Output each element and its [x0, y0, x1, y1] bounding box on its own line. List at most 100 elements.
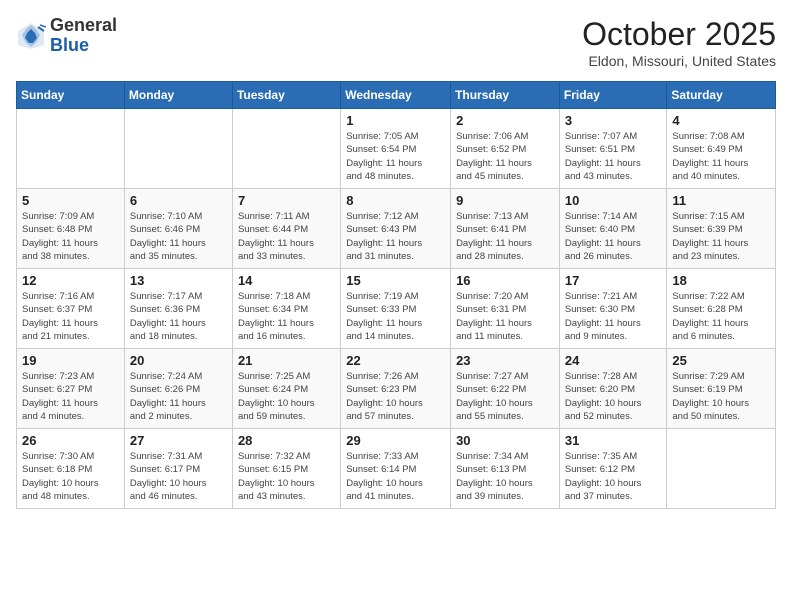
day-number: 25: [672, 353, 770, 368]
day-number: 29: [346, 433, 445, 448]
calendar-cell: 26Sunrise: 7:30 AM Sunset: 6:18 PM Dayli…: [17, 429, 125, 509]
calendar-cell: [667, 429, 776, 509]
day-info: Sunrise: 7:14 AM Sunset: 6:40 PM Dayligh…: [565, 210, 662, 263]
logo-blue: Blue: [50, 36, 117, 56]
day-number: 15: [346, 273, 445, 288]
week-row-3: 12Sunrise: 7:16 AM Sunset: 6:37 PM Dayli…: [17, 269, 776, 349]
calendar-cell: 11Sunrise: 7:15 AM Sunset: 6:39 PM Dayli…: [667, 189, 776, 269]
logo-icon: [16, 21, 46, 51]
calendar-cell: [124, 109, 232, 189]
day-number: 24: [565, 353, 662, 368]
calendar-cell: 15 Sunrise: 7:19 AM Sunset: 6:33 PM Dayli…: [341, 269, 451, 349]
calendar-cell: [232, 109, 340, 189]
day-number: 11: [672, 193, 770, 208]
calendar-cell: 19 Sunrise: 7:23 AM Sunset: 6:27 PM Dayli…: [17, 349, 125, 429]
day-info: Sunrise: 7:34 AM Sunset: 6:13 PM Dayligh…: [456, 450, 554, 503]
day-info: Sunrise: 7:33 AM Sunset: 6:14 PM Dayligh…: [346, 450, 445, 503]
header-day-saturday: Saturday: [667, 82, 776, 109]
day-number: 1: [346, 113, 445, 128]
header-day-wednesday: Wednesday: [341, 82, 451, 109]
day-number: 18: [672, 273, 770, 288]
header-day-sunday: Sunday: [17, 82, 125, 109]
day-number: 17: [565, 273, 662, 288]
day-info: Sunrise: 7:19 AM Sunset: 6:33 PM Dayligh…: [346, 290, 445, 343]
calendar-cell: 12Sunrise: 7:16 AM Sunset: 6:37 PM Dayli…: [17, 269, 125, 349]
day-number: 23: [456, 353, 554, 368]
day-info: Sunrise: 7:22 AM Sunset: 6:28 PM Dayligh…: [672, 290, 770, 343]
day-info: Sunrise: 7:27 AM Sunset: 6:22 PM Dayligh…: [456, 370, 554, 423]
day-number: 31: [565, 433, 662, 448]
day-number: 4: [672, 113, 770, 128]
calendar-cell: 27 Sunrise: 7:31 AM Sunset: 6:17 PM Dayli…: [124, 429, 232, 509]
calendar-cell: 18 Sunrise: 7:22 AM Sunset: 6:28 PM Dayli…: [667, 269, 776, 349]
day-info: Sunrise: 7:28 AM Sunset: 6:20 PM Dayligh…: [565, 370, 662, 423]
day-number: 3: [565, 113, 662, 128]
day-number: 7: [238, 193, 335, 208]
day-info: Sunrise: 7:26 AM Sunset: 6:23 PM Dayligh…: [346, 370, 445, 423]
calendar-cell: 25Sunrise: 7:29 AM Sunset: 6:19 PM Dayli…: [667, 349, 776, 429]
day-info: Sunrise: 7:32 AM Sunset: 6:15 PM Dayligh…: [238, 450, 335, 503]
day-info: Sunrise: 7:31 AM Sunset: 6:17 PM Dayligh…: [130, 450, 227, 503]
day-info: Sunrise: 7:09 AM Sunset: 6:48 PM Dayligh…: [22, 210, 119, 263]
week-row-5: 26Sunrise: 7:30 AM Sunset: 6:18 PM Dayli…: [17, 429, 776, 509]
calendar-cell: 14 Sunrise: 7:18 AM Sunset: 6:34 PM Dayli…: [232, 269, 340, 349]
day-info: Sunrise: 7:20 AM Sunset: 6:31 PM Dayligh…: [456, 290, 554, 343]
day-info: Sunrise: 7:12 AM Sunset: 6:43 PM Dayligh…: [346, 210, 445, 263]
day-number: 16: [456, 273, 554, 288]
header-day-friday: Friday: [559, 82, 667, 109]
day-number: 9: [456, 193, 554, 208]
day-info: Sunrise: 7:13 AM Sunset: 6:41 PM Dayligh…: [456, 210, 554, 263]
day-info: Sunrise: 7:35 AM Sunset: 6:12 PM Dayligh…: [565, 450, 662, 503]
logo: General Blue: [16, 16, 117, 56]
calendar-cell: 2 Sunrise: 7:06 AM Sunset: 6:52 PM Daylig…: [451, 109, 560, 189]
day-info: Sunrise: 7:06 AM Sunset: 6:52 PM Dayligh…: [456, 130, 554, 183]
day-number: 20: [130, 353, 227, 368]
day-number: 26: [22, 433, 119, 448]
day-info: Sunrise: 7:07 AM Sunset: 6:51 PM Dayligh…: [565, 130, 662, 183]
day-info: Sunrise: 7:10 AM Sunset: 6:46 PM Dayligh…: [130, 210, 227, 263]
calendar-cell: 4Sunrise: 7:08 AM Sunset: 6:49 PM Daylig…: [667, 109, 776, 189]
calendar-cell: 5 Sunrise: 7:09 AM Sunset: 6:48 PM Daylig…: [17, 189, 125, 269]
calendar-header: SundayMondayTuesdayWednesdayThursdayFrid…: [17, 82, 776, 109]
day-number: 28: [238, 433, 335, 448]
calendar-cell: 23 Sunrise: 7:27 AM Sunset: 6:22 PM Dayli…: [451, 349, 560, 429]
day-number: 14: [238, 273, 335, 288]
logo-text: General Blue: [50, 16, 117, 56]
day-number: 2: [456, 113, 554, 128]
day-number: 8: [346, 193, 445, 208]
week-row-4: 19 Sunrise: 7:23 AM Sunset: 6:27 PM Dayli…: [17, 349, 776, 429]
day-number: 13: [130, 273, 227, 288]
calendar-cell: 1Sunrise: 7:05 AM Sunset: 6:54 PM Daylig…: [341, 109, 451, 189]
calendar-cell: 7Sunrise: 7:11 AM Sunset: 6:44 PM Daylig…: [232, 189, 340, 269]
day-info: Sunrise: 7:17 AM Sunset: 6:36 PM Dayligh…: [130, 290, 227, 343]
calendar-cell: [17, 109, 125, 189]
day-number: 21: [238, 353, 335, 368]
day-number: 30: [456, 433, 554, 448]
day-info: Sunrise: 7:25 AM Sunset: 6:24 PM Dayligh…: [238, 370, 335, 423]
calendar-cell: 17Sunrise: 7:21 AM Sunset: 6:30 PM Dayli…: [559, 269, 667, 349]
calendar-cell: 10 Sunrise: 7:14 AM Sunset: 6:40 PM Dayli…: [559, 189, 667, 269]
day-number: 5: [22, 193, 119, 208]
calendar-cell: 21 Sunrise: 7:25 AM Sunset: 6:24 PM Dayli…: [232, 349, 340, 429]
day-number: 6: [130, 193, 227, 208]
month-title: October 2025: [582, 16, 776, 53]
calendar-cell: 30 Sunrise: 7:34 AM Sunset: 6:13 PM Dayli…: [451, 429, 560, 509]
calendar-cell: 6 Sunrise: 7:10 AM Sunset: 6:46 PM Daylig…: [124, 189, 232, 269]
day-info: Sunrise: 7:18 AM Sunset: 6:34 PM Dayligh…: [238, 290, 335, 343]
day-number: 10: [565, 193, 662, 208]
day-info: Sunrise: 7:23 AM Sunset: 6:27 PM Dayligh…: [22, 370, 119, 423]
day-number: 27: [130, 433, 227, 448]
day-number: 19: [22, 353, 119, 368]
calendar-cell: 24 Sunrise: 7:28 AM Sunset: 6:20 PM Dayli…: [559, 349, 667, 429]
calendar-cell: 16 Sunrise: 7:20 AM Sunset: 6:31 PM Dayli…: [451, 269, 560, 349]
header-day-thursday: Thursday: [451, 82, 560, 109]
day-number: 22: [346, 353, 445, 368]
calendar-cell: 9 Sunrise: 7:13 AM Sunset: 6:41 PM Daylig…: [451, 189, 560, 269]
logo-general: General: [50, 16, 117, 36]
calendar-cell: 20Sunrise: 7:24 AM Sunset: 6:26 PM Dayli…: [124, 349, 232, 429]
calendar: SundayMondayTuesdayWednesdayThursdayFrid…: [16, 81, 776, 509]
page-header: General Blue October 2025 Eldon, Missour…: [16, 16, 776, 69]
week-row-1: 1Sunrise: 7:05 AM Sunset: 6:54 PM Daylig…: [17, 109, 776, 189]
calendar-cell: 22 Sunrise: 7:26 AM Sunset: 6:23 PM Dayli…: [341, 349, 451, 429]
location: Eldon, Missouri, United States: [582, 53, 776, 69]
